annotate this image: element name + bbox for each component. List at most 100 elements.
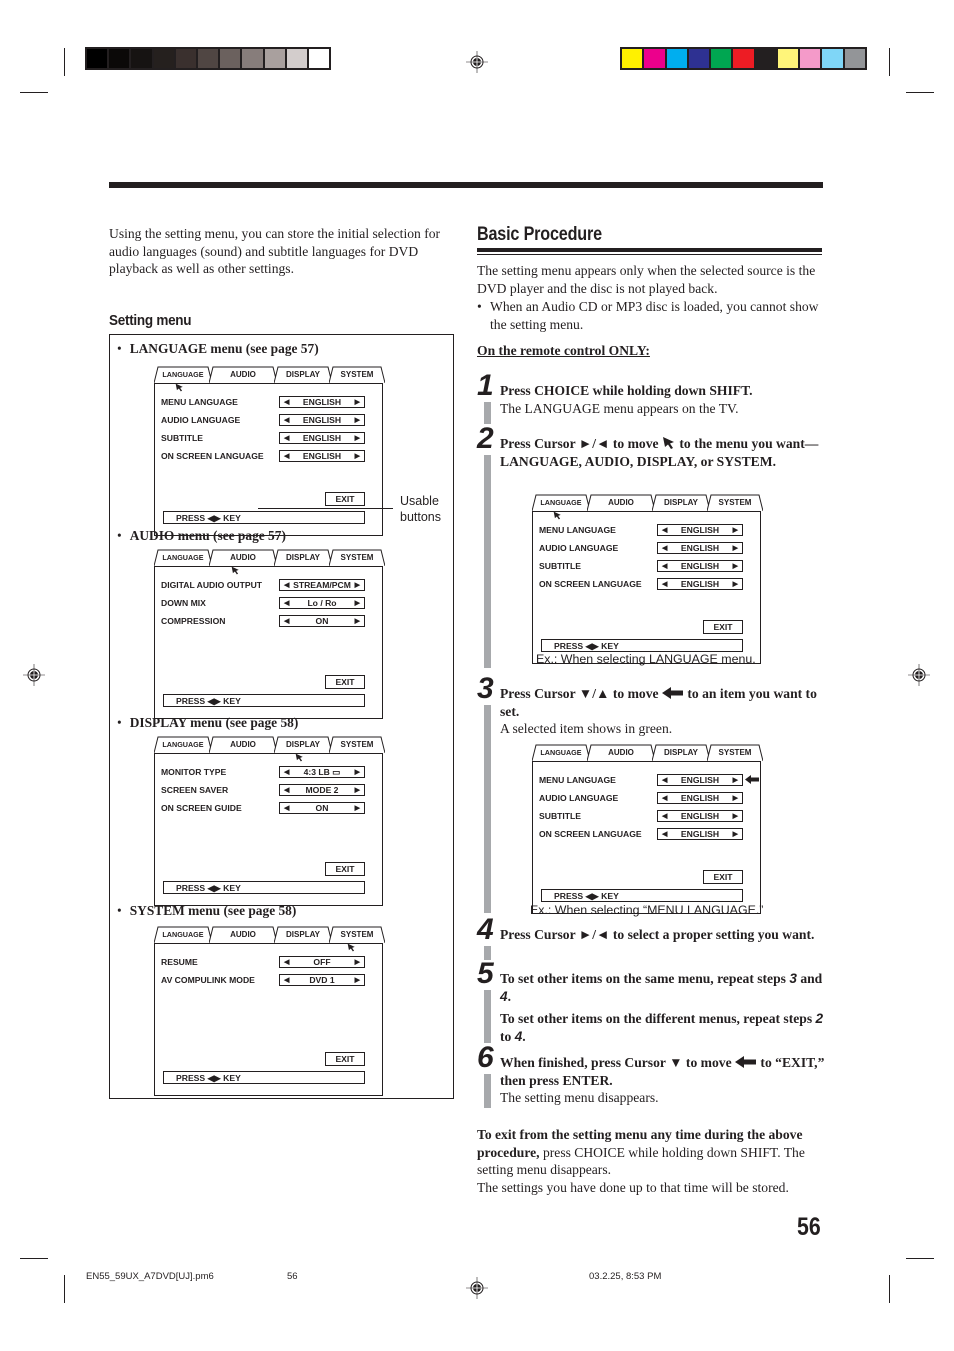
- tab-language[interactable]: LANGUAGE: [532, 494, 590, 511]
- left-arrow-icon[interactable]: ◀: [662, 525, 667, 536]
- left-arrow-icon[interactable]: ◀: [284, 433, 289, 444]
- menu-item-value-selector[interactable]: ◀ DVD 1 ▶: [279, 974, 365, 986]
- right-arrow-icon[interactable]: ▶: [733, 525, 738, 536]
- menu-item-value-selector[interactable]: ◀ ENGLISH ▶: [657, 560, 743, 572]
- right-arrow-icon[interactable]: ▶: [733, 561, 738, 572]
- left-arrow-icon[interactable]: ◀: [284, 451, 289, 462]
- menu-item-value-selector[interactable]: ◀ MODE 2 ▶: [279, 784, 365, 796]
- menu-item-value-selector[interactable]: ◀ ON ▶: [279, 615, 365, 627]
- right-arrow-icon[interactable]: ▶: [355, 397, 360, 408]
- menu-item-value-selector[interactable]: ◀ ENGLISH ▶: [279, 432, 365, 444]
- left-arrow-icon[interactable]: ◀: [284, 397, 289, 408]
- left-arrow-icon[interactable]: ◀: [284, 975, 289, 986]
- right-arrow-icon[interactable]: ▶: [355, 803, 360, 814]
- tab-display[interactable]: DISPLAY: [274, 366, 332, 383]
- exit-button[interactable]: EXIT: [325, 862, 365, 876]
- menu-tabs: LANGUAGE AUDIO DISPLAY SYSTEM: [532, 494, 763, 511]
- left-arrow-icon[interactable]: ◀: [662, 561, 667, 572]
- right-arrow-icon[interactable]: ▶: [733, 775, 738, 786]
- exit-button[interactable]: EXIT: [325, 492, 365, 506]
- right-arrow-icon[interactable]: ▶: [355, 451, 360, 462]
- menu-item-value-selector[interactable]: ◀ ENGLISH ▶: [279, 414, 365, 426]
- right-arrow-icon[interactable]: ▶: [355, 433, 360, 444]
- tab-system[interactable]: SYSTEM: [707, 494, 763, 511]
- menu-item-value-selector[interactable]: ◀ ENGLISH ▶: [657, 524, 743, 536]
- left-arrow-icon[interactable]: ◀: [284, 598, 289, 609]
- tab-audio[interactable]: AUDIO: [587, 494, 655, 511]
- tab-label: AUDIO: [230, 740, 256, 749]
- tab-audio[interactable]: AUDIO: [209, 366, 277, 383]
- tab-display[interactable]: DISPLAY: [274, 926, 332, 943]
- exit-button[interactable]: EXIT: [325, 675, 365, 689]
- right-arrow-icon[interactable]: ▶: [355, 598, 360, 609]
- exit-button[interactable]: EXIT: [325, 1052, 365, 1066]
- tab-language[interactable]: LANGUAGE: [532, 744, 590, 761]
- left-arrow-icon[interactable]: ◀: [662, 811, 667, 822]
- right-arrow-icon[interactable]: ▶: [733, 829, 738, 840]
- tab-audio[interactable]: AUDIO: [587, 744, 655, 761]
- tab-system[interactable]: SYSTEM: [329, 549, 385, 566]
- tab-audio[interactable]: AUDIO: [209, 926, 277, 943]
- right-arrow-icon[interactable]: ▶: [733, 543, 738, 554]
- tab-language[interactable]: LANGUAGE: [154, 736, 212, 753]
- tab-language[interactable]: LANGUAGE: [154, 549, 212, 566]
- menu-item-value-selector[interactable]: ◀ STREAM/PCM ▶: [279, 579, 365, 591]
- tab-language[interactable]: LANGUAGE: [154, 926, 212, 943]
- exit-button[interactable]: EXIT: [703, 870, 743, 884]
- menu-item-value: ENGLISH: [680, 829, 720, 839]
- menu-item-value-selector[interactable]: ◀ OFF ▶: [279, 956, 365, 968]
- menu-item-value-selector[interactable]: ◀ ENGLISH ▶: [657, 578, 743, 590]
- left-arrow-icon[interactable]: ◀: [662, 543, 667, 554]
- left-arrow-icon[interactable]: ◀: [284, 785, 289, 796]
- left-arrow-icon[interactable]: ◀: [284, 415, 289, 426]
- tab-system[interactable]: SYSTEM: [329, 366, 385, 383]
- menu-item-value-selector[interactable]: ◀ ENGLISH ▶: [657, 810, 743, 822]
- tab-system[interactable]: SYSTEM: [707, 744, 763, 761]
- left-arrow-icon[interactable]: ◀: [284, 803, 289, 814]
- left-arrow-icon[interactable]: ◀: [284, 580, 289, 591]
- menu-item-value-selector[interactable]: ◀ ENGLISH ▶: [657, 774, 743, 786]
- left-arrow-icon[interactable]: ◀: [284, 616, 289, 627]
- left-arrow-icon[interactable]: ◀: [662, 793, 667, 804]
- left-arrow-icon[interactable]: ◀: [662, 775, 667, 786]
- display-menu-screen: LANGUAGE AUDIO DISPLAY SYSTEM MONITOR TYPE ◀ 4…: [154, 736, 385, 906]
- tab-audio[interactable]: AUDIO: [209, 736, 277, 753]
- color-swatch: [242, 49, 263, 68]
- left-arrow-icon[interactable]: ◀: [662, 579, 667, 590]
- right-arrow-icon[interactable]: ▶: [355, 957, 360, 968]
- left-arrow-icon[interactable]: ◀: [662, 829, 667, 840]
- right-arrow-icon[interactable]: ▶: [733, 811, 738, 822]
- tab-display[interactable]: DISPLAY: [652, 494, 710, 511]
- right-arrow-icon[interactable]: ▶: [733, 579, 738, 590]
- tab-audio[interactable]: AUDIO: [209, 549, 277, 566]
- menu-item-value-selector[interactable]: ◀ Lo / Ro ▶: [279, 597, 365, 609]
- left-arrow-icon[interactable]: ◀: [284, 767, 289, 778]
- right-arrow-icon[interactable]: ▶: [355, 975, 360, 986]
- right-arrow-icon[interactable]: ▶: [355, 580, 360, 591]
- menu-item-value-selector[interactable]: ◀ ENGLISH ▶: [279, 396, 365, 408]
- menu-item-value-selector[interactable]: ◀ 4:3 LB ▭ ▶: [279, 766, 365, 778]
- tab-display[interactable]: DISPLAY: [274, 736, 332, 753]
- menu-item-value-selector[interactable]: ◀ ON ▶: [279, 802, 365, 814]
- tab-display[interactable]: DISPLAY: [652, 744, 710, 761]
- color-swatch: [733, 49, 754, 68]
- tab-language[interactable]: LANGUAGE: [154, 366, 212, 383]
- menu-item-value-selector[interactable]: ◀ ENGLISH ▶: [657, 542, 743, 554]
- step-number: 1: [477, 369, 494, 402]
- right-arrow-icon[interactable]: ▶: [733, 793, 738, 804]
- tab-system[interactable]: SYSTEM: [329, 926, 385, 943]
- menu-item-value-selector[interactable]: ◀ ENGLISH ▶: [657, 792, 743, 804]
- menu-item-value-selector[interactable]: ◀ ENGLISH ▶: [657, 828, 743, 840]
- tab-system[interactable]: SYSTEM: [329, 736, 385, 753]
- menu-panel: RESUME ◀ OFF ▶ AV COMPULINK MODE ◀ DVD 1 ▶ EXIT P…: [154, 943, 383, 1096]
- tab-display[interactable]: DISPLAY: [274, 549, 332, 566]
- exit-button[interactable]: EXIT: [703, 620, 743, 634]
- right-arrow-icon[interactable]: ▶: [355, 785, 360, 796]
- right-arrow-icon[interactable]: ▶: [355, 616, 360, 627]
- color-swatch: [286, 49, 307, 68]
- left-arrow-icon[interactable]: ◀: [284, 957, 289, 968]
- menu-item-value-selector[interactable]: ◀ ENGLISH ▶: [279, 450, 365, 462]
- right-arrow-icon[interactable]: ▶: [355, 415, 360, 426]
- menu-item-value: DVD 1: [309, 975, 335, 985]
- right-arrow-icon[interactable]: ▶: [355, 767, 360, 778]
